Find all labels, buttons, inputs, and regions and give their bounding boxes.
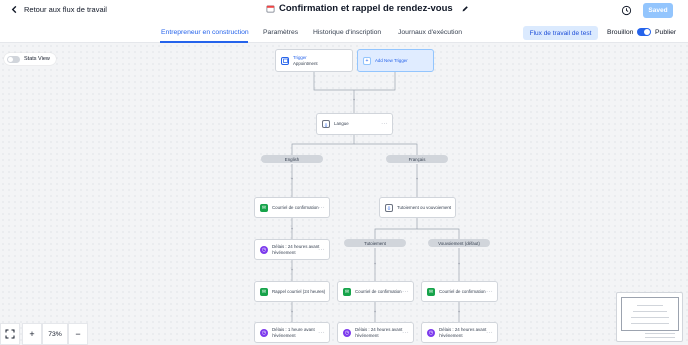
stats-view-label: Stats View: [24, 56, 50, 62]
email-icon: ✉: [260, 203, 268, 212]
clock-icon: ◷: [260, 245, 268, 254]
add-step-icon[interactable]: +: [290, 310, 294, 314]
add-step-icon[interactable]: +: [415, 177, 419, 181]
minimap[interactable]: [616, 292, 683, 342]
add-step-icon[interactable]: +: [457, 262, 461, 266]
clock-icon: ◷: [343, 328, 351, 337]
minimap-viewport[interactable]: [621, 297, 679, 331]
add-trigger-node[interactable]: + Add New Trigger: [357, 49, 434, 72]
minimap-node: [631, 317, 669, 318]
split-icon: {}: [385, 203, 393, 212]
email-icon: ✉: [343, 287, 351, 296]
node-menu-icon[interactable]: ···: [318, 205, 325, 211]
node-menu-icon[interactable]: ···: [318, 289, 325, 295]
add-trigger-label: Add New Trigger: [375, 57, 408, 63]
tone-split-label: Tutoiement ou vouvoiement: [397, 204, 452, 210]
node-menu-icon[interactable]: ···: [486, 289, 493, 295]
english-wait-24h-node[interactable]: ◷ Délais : 24 heures avant l'événement ·…: [254, 239, 330, 260]
zoom-out-button[interactable]: −: [68, 323, 88, 345]
branch-french[interactable]: Français: [386, 155, 448, 163]
node-menu-icon[interactable]: ···: [402, 289, 409, 295]
branch-english[interactable]: English: [261, 155, 323, 163]
minimap-node: [631, 323, 669, 324]
zoom-level: 73%: [42, 323, 68, 345]
minimap-node: [645, 337, 675, 338]
add-step-icon[interactable]: +: [290, 268, 294, 272]
node-menu-icon[interactable]: ···: [402, 330, 409, 336]
split-icon: {}: [322, 120, 330, 128]
vous-email-label: Courriel de confirmation: [439, 288, 486, 294]
zoom-in-button[interactable]: +: [22, 323, 42, 345]
stats-view-switch[interactable]: [7, 55, 20, 63]
fit-view-icon: [5, 329, 15, 339]
trigger-text: Trigger Appointment: [293, 55, 318, 65]
calendar-icon: [281, 56, 289, 65]
trigger-node[interactable]: Trigger Appointment: [275, 49, 353, 72]
language-split-node[interactable]: {} Langue ···: [316, 113, 393, 135]
english-wait-1h-node[interactable]: ◷ Délais : 1 heure avant l'événement ···: [254, 322, 330, 343]
clock-icon: ◷: [427, 328, 435, 337]
trigger-subtitle: Appointment: [293, 60, 318, 66]
node-menu-icon[interactable]: ···: [318, 247, 325, 253]
english-confirmation-email-node[interactable]: ✉ Courriel de confirmation ···: [254, 197, 330, 218]
node-menu-icon[interactable]: ···: [444, 205, 451, 211]
vous-confirmation-email-node[interactable]: ✉ Courriel de confirmation ···: [421, 281, 498, 302]
language-split-label: Langue: [334, 121, 349, 127]
branch-vouvoiement[interactable]: Vouvoiement (défaut): [428, 239, 490, 247]
tu-email-label: Courriel de confirmation: [355, 288, 402, 294]
plus-icon: +: [363, 56, 371, 65]
minimap-node: [645, 333, 675, 334]
email-icon: ✉: [427, 287, 435, 296]
tone-split-node[interactable]: {} Tutoiement ou vouvoiement ···: [379, 197, 456, 218]
vous-wait-24h-node[interactable]: ◷ Délais : 24 heures avant l'événement ·…: [421, 322, 498, 343]
email-icon: ✉: [260, 287, 268, 296]
node-menu-icon[interactable]: ···: [486, 330, 493, 336]
add-step-icon[interactable]: +: [457, 310, 461, 314]
english-reminder-email-node[interactable]: ✉ Rappel courriel (24 heures) ···: [254, 281, 330, 302]
add-step-icon[interactable]: +: [352, 98, 356, 102]
zoom-controls: + 73% −: [0, 323, 88, 345]
add-step-icon[interactable]: +: [373, 310, 377, 314]
minimap-node: [633, 311, 667, 312]
stats-view-toggle[interactable]: Stats View: [4, 53, 56, 65]
branch-tutoiement[interactable]: Tutoiement: [344, 239, 406, 247]
english-email-label: Courriel de confirmation: [272, 204, 319, 210]
add-step-icon[interactable]: +: [373, 262, 377, 266]
node-menu-icon[interactable]: ···: [318, 330, 325, 336]
add-step-icon[interactable]: +: [290, 177, 294, 181]
node-menu-icon[interactable]: ···: [381, 121, 388, 127]
fit-view-button[interactable]: [0, 323, 20, 345]
clock-icon: ◷: [260, 328, 268, 337]
tu-wait-24h-node[interactable]: ◷ Délais : 24 heures avant l'événement ·…: [337, 322, 414, 343]
tu-confirmation-email-node[interactable]: ✉ Courriel de confirmation ···: [337, 281, 414, 302]
add-step-icon[interactable]: +: [290, 227, 294, 231]
minimap-node: [637, 305, 663, 306]
